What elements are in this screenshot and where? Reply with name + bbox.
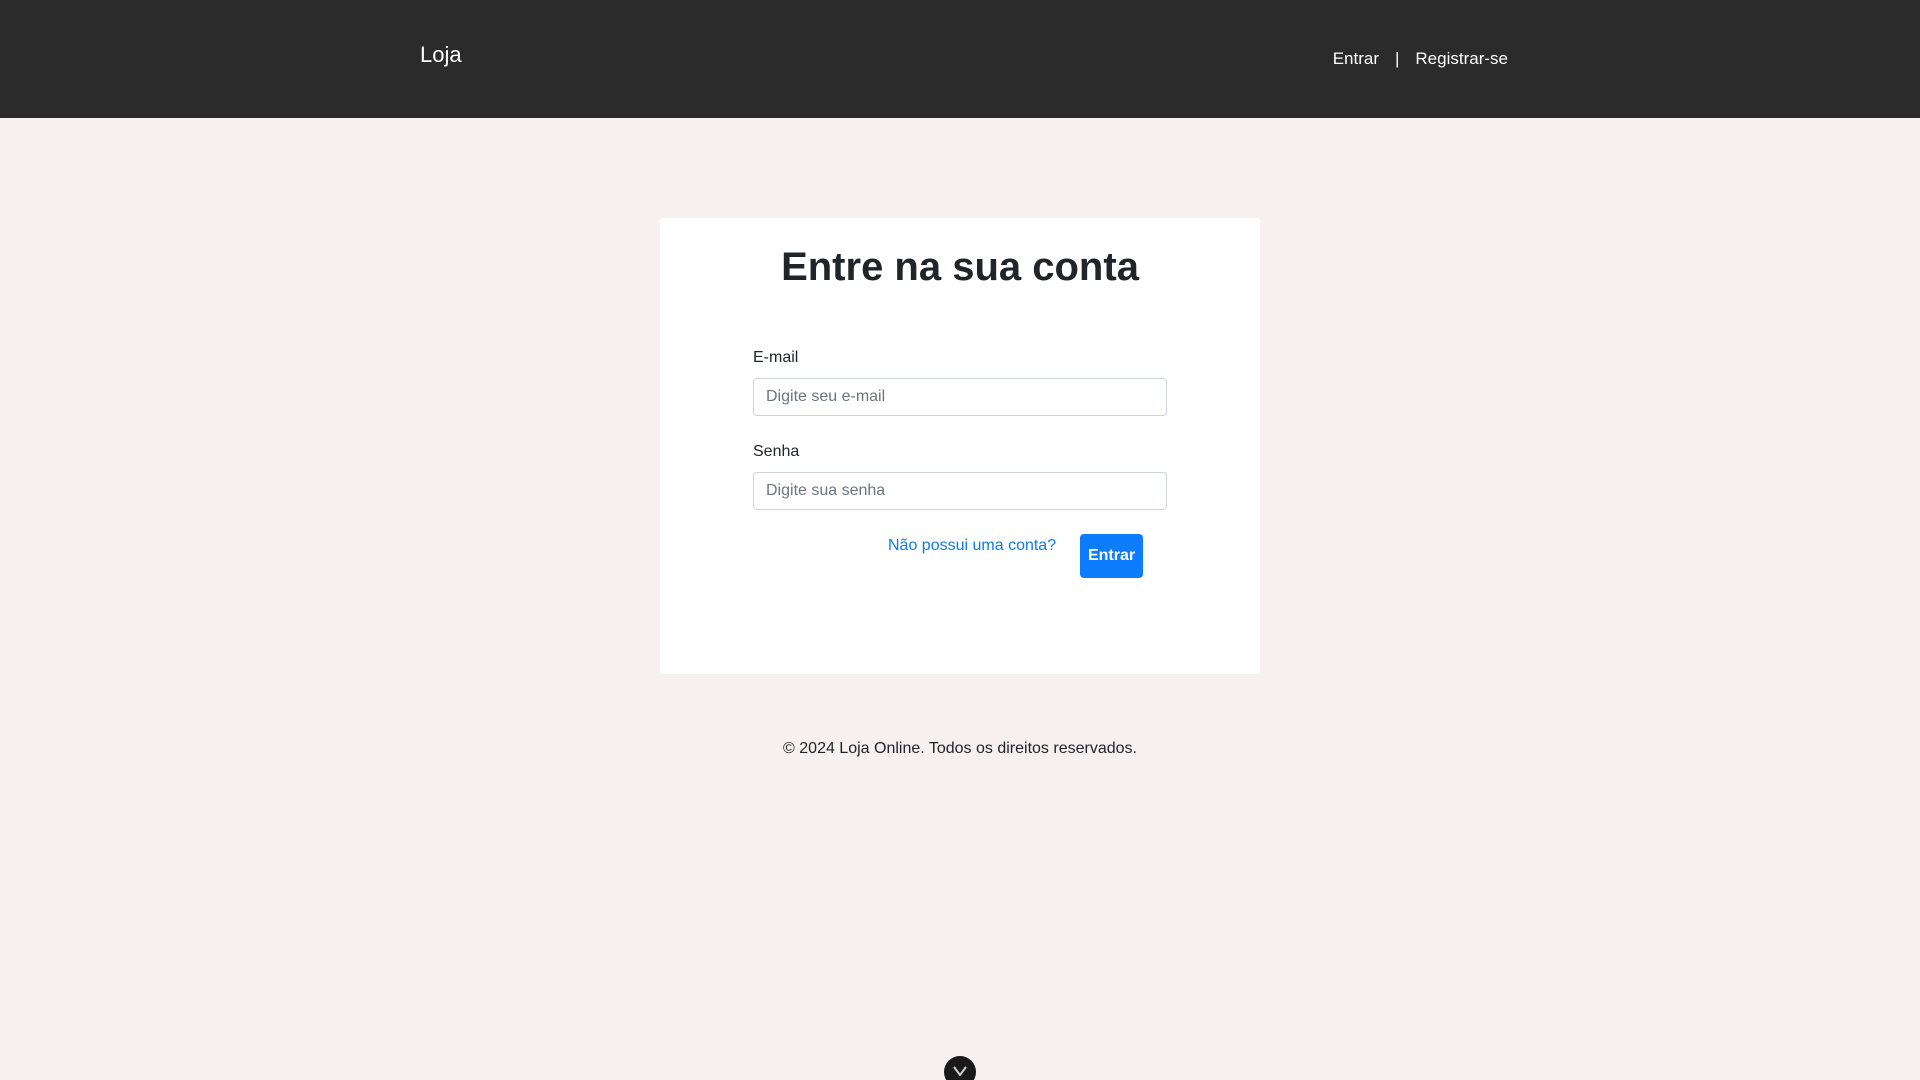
login-submit-button[interactable]: Entrar [1080,534,1143,578]
chevron-down-icon [953,1066,967,1076]
brand-link[interactable]: Loja [420,42,462,68]
nav-login-link[interactable]: Entrar [1333,48,1379,70]
nav-register-link[interactable]: Registrar-se [1415,48,1508,70]
scroll-down-button[interactable] [944,1056,976,1080]
top-navbar: Loja Entrar | Registrar-se [0,0,1920,118]
footer-copyright: © 2024 Loja Online. Todos os direitos re… [783,740,1137,757]
nav-links: Entrar | Registrar-se [1333,48,1508,70]
nav-separator: | [1394,49,1400,68]
page-title: Entre na sua conta [781,245,1139,289]
email-field[interactable] [753,378,1167,416]
email-label: E-mail [753,349,799,366]
login-card: Entre na sua conta E-mail Senha Não poss… [660,218,1260,674]
password-label: Senha [753,443,800,460]
password-field[interactable] [753,472,1167,510]
no-account-link[interactable]: Não possui uma conta? [888,536,1056,556]
